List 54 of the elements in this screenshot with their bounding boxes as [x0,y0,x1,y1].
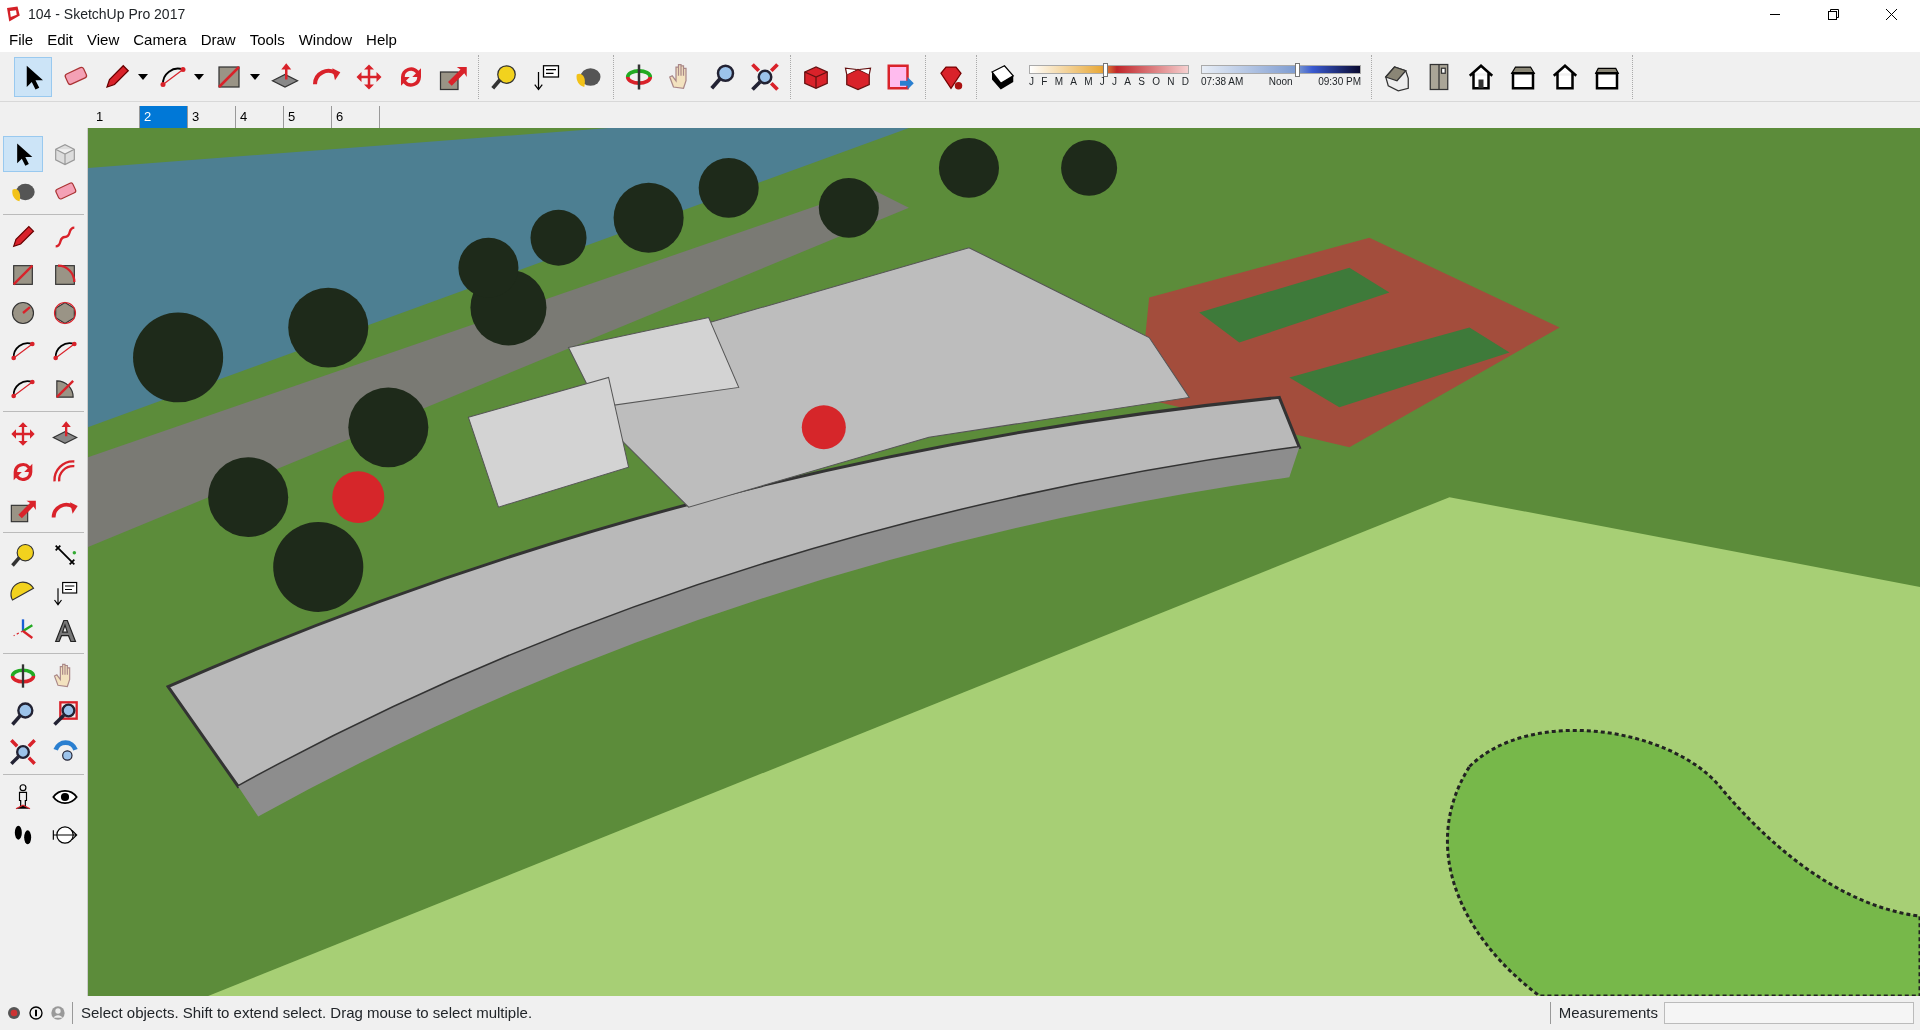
curved-arrow-icon [312,66,342,87]
slider-thumb[interactable] [1295,62,1301,77]
slider-label: 09:30 PM [1318,74,1361,89]
slider-label: 07:38 AM [1201,74,1244,89]
slider-label: J [1112,74,1118,89]
slider-label: A [1070,74,1077,89]
caret-icon [194,73,204,80]
menu-item[interactable]: View [80,28,127,52]
caret-icon [138,73,148,80]
curved-arrow-icon [51,500,79,520]
magnifier-square-icon [51,700,79,728]
geo-location-icon [6,1005,22,1021]
restore-icon [1827,8,1839,20]
status-message: Select objects. Shift to extend select. Drag mouse to select multiple. [72,1001,1544,1025]
magnifier-arrows-icon [9,738,37,766]
caret-icon [250,73,260,80]
measurements-label: Measurements [1549,1001,1658,1025]
slider-label: N [1167,74,1175,89]
four-arrows-icon [9,420,37,448]
user-icon [50,1005,66,1021]
slider-label: A [1124,74,1131,89]
label-leader-icon [51,579,79,607]
info-icon [28,1005,44,1021]
tool-button[interactable] [3,136,43,172]
tape-measure-icon [9,541,37,569]
orbit-icon [9,662,37,690]
menu-item[interactable]: Help [359,28,404,52]
slider-label: D [1181,74,1189,89]
slider-label: S [1138,74,1145,89]
slider-track[interactable] [1029,64,1189,74]
magnifier-arrows-icon [750,61,780,92]
slider-label: J [1029,74,1034,89]
menu-item[interactable]: Edit [40,28,81,52]
slider-label: O [1152,74,1160,89]
close-icon [1885,8,1897,20]
tool-button[interactable] [14,56,52,97]
slider-label: J [1099,74,1105,89]
scene-tab[interactable]: 2 [140,106,188,128]
slider-label: M [1054,74,1063,89]
menu-item[interactable]: Tools [242,28,292,52]
slider-label: F [1041,74,1048,89]
minimize-icon [1770,13,1780,15]
slider-track[interactable] [1201,64,1361,74]
slider-thumb[interactable] [1102,62,1108,77]
slider-label: Noon [1268,74,1293,89]
menu-item[interactable]: Window [291,28,360,52]
circle-icon [9,299,37,327]
window-title: 104 - SketchUp Pro 2017 [28,4,187,24]
app-logo-icon [4,5,22,23]
measurements-field[interactable] [1664,1002,1914,1024]
menu-item[interactable]: Draw [193,28,243,52]
menu-item[interactable]: Camera [126,28,194,52]
slider-label: M [1084,74,1093,89]
menu-item[interactable]: File [2,28,41,52]
